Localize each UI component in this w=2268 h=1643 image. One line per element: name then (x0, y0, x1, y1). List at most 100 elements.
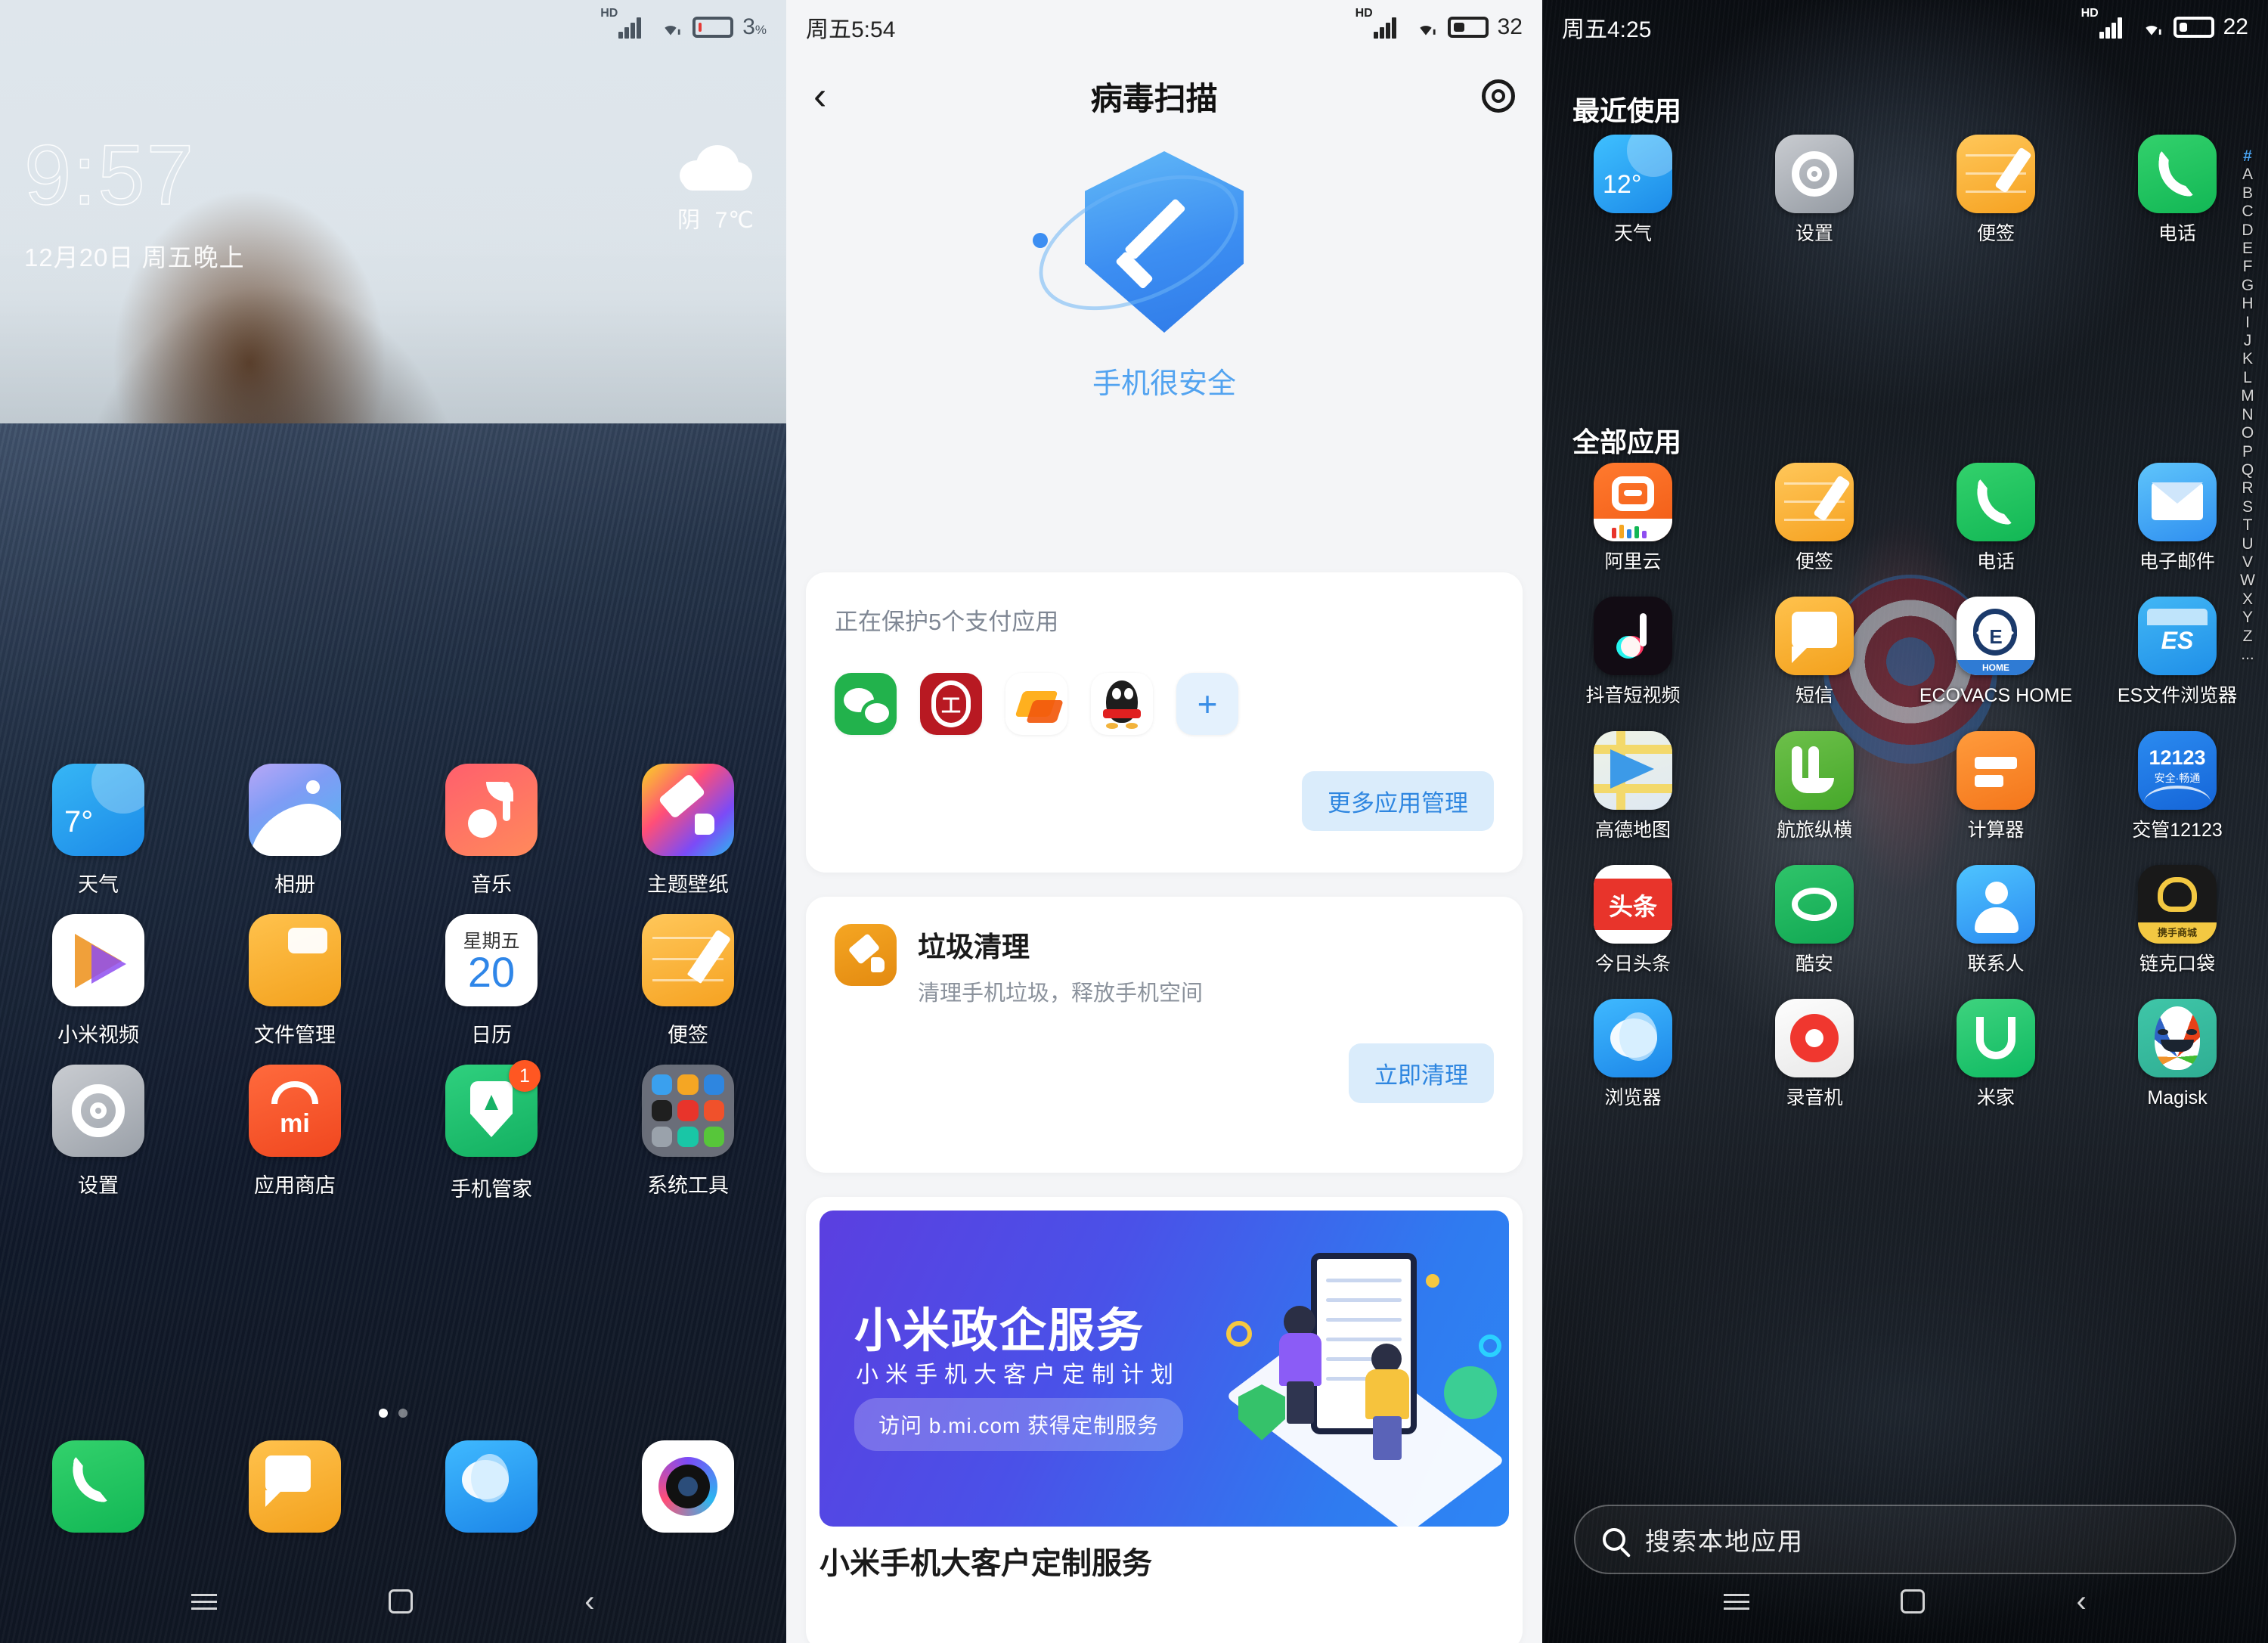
alpha-index-item[interactable]: L (2233, 369, 2262, 386)
app-notes[interactable]: 便签 (1724, 463, 1905, 574)
app-umetrip[interactable]: 航旅纵横 (1724, 730, 1905, 842)
alpha-index-item[interactable]: X (2233, 591, 2262, 607)
app-notes[interactable]: 便签 (1905, 135, 2087, 246)
alpha-index-item[interactable]: I (2233, 314, 2262, 330)
app-weather[interactable]: 7° 天气 (0, 764, 197, 897)
app-music[interactable]: 音乐 (393, 764, 590, 897)
alpha-index-item[interactable]: W (2233, 572, 2262, 589)
back-button[interactable]: ‹ (813, 76, 826, 116)
app-label: 计算器 (1967, 819, 2025, 841)
app-themes[interactable]: 主题壁纸 (590, 764, 786, 897)
dock-sms[interactable] (197, 1440, 393, 1533)
wechat-icon[interactable] (835, 673, 897, 735)
alpha-index-item[interactable]: Q (2233, 461, 2262, 478)
app-contacts[interactable]: 联系人 (1905, 864, 2087, 976)
alpha-index-item[interactable]: Z (2233, 628, 2262, 644)
back-icon[interactable]: ‹ (2077, 1585, 2087, 1619)
alipay-icon[interactable] (1005, 673, 1067, 735)
alpha-index-item[interactable]: J (2233, 333, 2262, 349)
app-settings[interactable]: 设置 (1724, 135, 1905, 246)
app-label: 便签 (1976, 223, 2015, 244)
more-app-management-button[interactable]: 更多应用管理 (1302, 771, 1494, 831)
clean-now-button[interactable]: 立即清理 (1349, 1043, 1494, 1103)
alpha-index-item[interactable]: F (2233, 259, 2262, 275)
app-calculator[interactable]: 计算器 (1905, 730, 2087, 842)
alpha-index-item[interactable]: B (2233, 184, 2262, 201)
weather-widget[interactable]: 阴 7℃ (677, 144, 754, 234)
app-linkpocket[interactable]: 携手商城 链克口袋 (2087, 864, 2268, 976)
alpha-index-item[interactable]: N (2233, 406, 2262, 423)
home-icon[interactable] (1901, 1589, 1926, 1614)
camera-icon (642, 1440, 734, 1533)
alpha-index-item[interactable]: T (2233, 517, 2262, 534)
app-file-manager[interactable]: 文件管理 (197, 914, 393, 1048)
alpha-index-item[interactable]: P (2233, 443, 2262, 460)
qq-icon[interactable] (1091, 673, 1153, 735)
dock-browser[interactable] (393, 1440, 590, 1533)
email-icon (2138, 463, 2217, 541)
home-icon[interactable] (389, 1589, 414, 1614)
payment-card-title: 正在保护5个支付应用 (835, 609, 1059, 635)
dock-phone[interactable] (0, 1440, 197, 1533)
alpha-index-item[interactable]: O (2233, 425, 2262, 442)
app-weather[interactable]: 12° 天气 (1542, 135, 1724, 246)
alpha-index-item[interactable]: A (2233, 166, 2262, 183)
sms-icon (1775, 597, 1854, 676)
app-label: 链克口袋 (2139, 953, 2215, 975)
alpha-index-item[interactable]: S (2233, 498, 2262, 515)
app-mi-video[interactable]: 小米视频 (0, 914, 197, 1048)
app-phone[interactable]: 电话 (1905, 463, 2087, 574)
broom-icon (835, 924, 897, 986)
menu-icon[interactable] (1724, 1593, 1750, 1610)
app-security[interactable]: 1 手机管家 (393, 1060, 590, 1202)
battery-percent-1: 3% (742, 14, 767, 39)
app-ecovacs[interactable]: E HOME ECOVACS HOME (1905, 597, 2087, 708)
alpha-index-item[interactable]: ... (2233, 646, 2262, 663)
app-aliyun[interactable]: 阿里云 (1542, 463, 1724, 574)
app-browser[interactable]: 浏览器 (1542, 999, 1724, 1110)
back-icon[interactable]: ‹ (584, 1585, 594, 1619)
app-gallery[interactable]: 相册 (197, 764, 393, 897)
alpha-index-item[interactable]: H (2233, 296, 2262, 312)
folder-system-tools[interactable]: 系统工具 (590, 1065, 786, 1202)
app-notes[interactable]: 便签 (590, 914, 786, 1048)
icbc-icon[interactable]: 工 (920, 673, 982, 735)
page-indicator[interactable] (0, 1408, 786, 1421)
alpha-index-item[interactable]: G (2233, 277, 2262, 293)
alpha-index-item[interactable]: U (2233, 535, 2262, 552)
promo-banner[interactable]: 小米政企服务 小米手机大客户定制计划 访问 b.mi.com 获得定制服务 (820, 1211, 1509, 1527)
battery-percent-2: 32 (1497, 14, 1523, 39)
alphabet-index[interactable]: # A B C D E F G H I J K L M N O P Q R S T U V W X Y Z... (2233, 148, 2262, 663)
promo-card[interactable]: 小米政企服务 小米手机大客户定制计划 访问 b.mi.com 获得定制服务 小米… (806, 1197, 1523, 1643)
alpha-index-item[interactable]: Y (2233, 609, 2262, 626)
app-mijia[interactable]: 米家 (1905, 999, 2087, 1110)
app-store[interactable]: mi 应用商店 (197, 1065, 393, 1202)
gear-icon[interactable] (1482, 79, 1515, 113)
app-amap[interactable]: 高德地图 (1542, 730, 1724, 842)
battery-icon (692, 17, 734, 38)
app-recorder[interactable]: 录音机 (1724, 999, 1905, 1110)
browser-icon (445, 1440, 538, 1533)
alpha-index-item[interactable]: M (2233, 388, 2262, 405)
dock-camera[interactable] (590, 1440, 786, 1533)
alpha-index-item[interactable]: K (2233, 351, 2262, 367)
app-toutiao[interactable]: 头条 今日头条 (1542, 864, 1724, 976)
app-label: 手机管家 (451, 1178, 532, 1201)
app-coolapk[interactable]: 酷安 (1724, 864, 1905, 976)
app-sms[interactable]: 短信 (1724, 597, 1905, 708)
alpha-index-item[interactable]: C (2233, 203, 2262, 220)
app-tiktok[interactable]: 抖音短视频 (1542, 597, 1724, 708)
alpha-index-item[interactable]: R (2233, 480, 2262, 497)
add-app-button[interactable]: + (1176, 673, 1238, 735)
alpha-index-item[interactable]: # (2233, 148, 2262, 165)
app-magisk[interactable]: Magisk (2087, 999, 2268, 1110)
alpha-index-item[interactable]: D (2233, 222, 2262, 238)
app-traffic-12123[interactable]: 12123 安全·畅通 交管12123 (2087, 730, 2268, 842)
payment-protection-card: 正在保护5个支付应用 工 + 更多应用管理 (806, 572, 1523, 873)
app-settings[interactable]: 设置 (0, 1065, 197, 1202)
alpha-index-item[interactable]: E (2233, 240, 2262, 257)
scan-status-text: 手机很安全 (1092, 368, 1236, 400)
app-calendar[interactable]: 星期五 20 日历 (393, 914, 590, 1048)
alpha-index-item[interactable]: V (2233, 554, 2262, 571)
menu-icon[interactable] (191, 1593, 218, 1610)
